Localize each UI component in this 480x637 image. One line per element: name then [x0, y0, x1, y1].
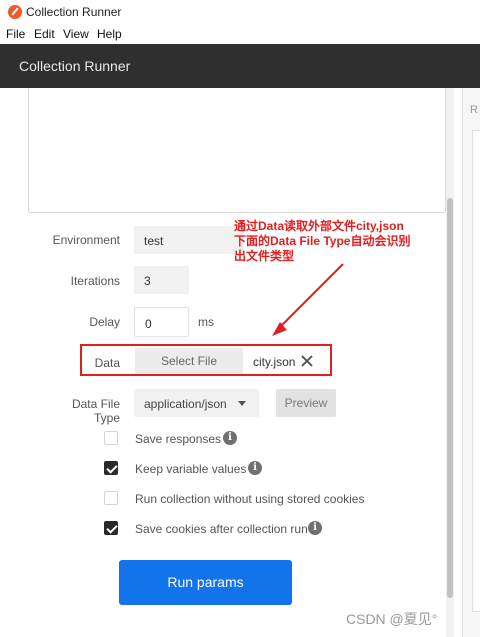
annotation-arrow-icon — [272, 263, 344, 336]
watermark: CSDN @夏见° — [346, 611, 438, 627]
